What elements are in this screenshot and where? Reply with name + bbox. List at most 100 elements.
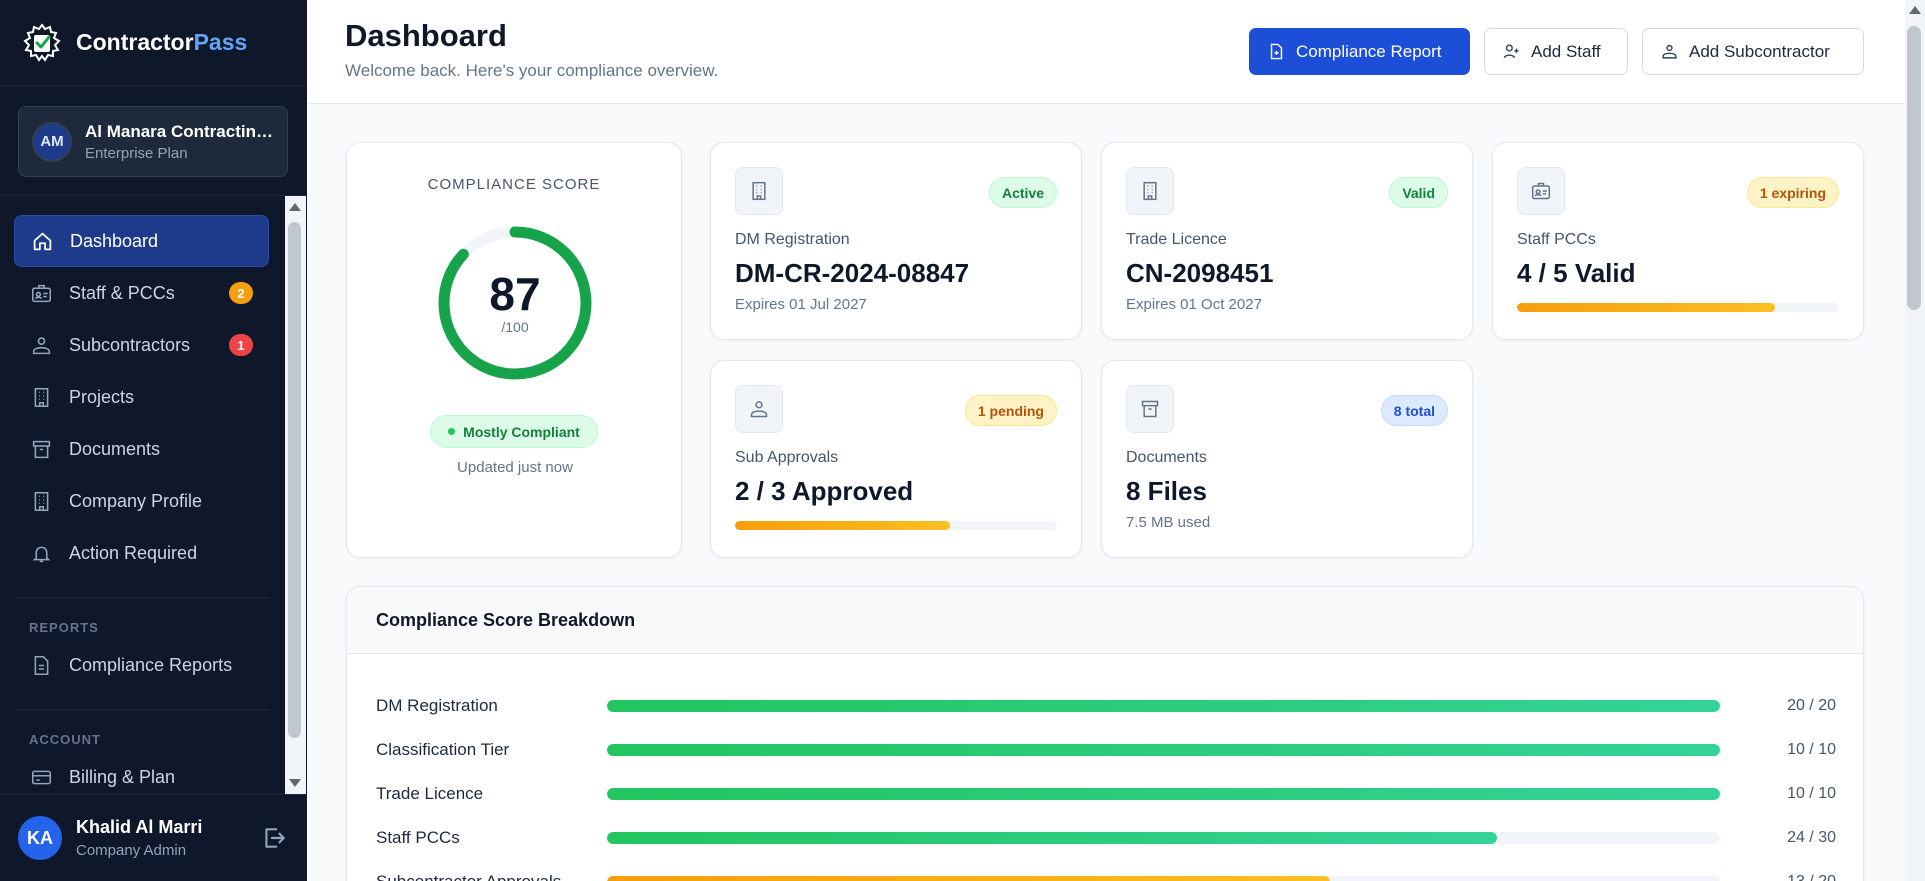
sidebar-item-label: Billing & Plan (69, 766, 176, 787)
breakdown-score: 20 / 20 (1787, 697, 1836, 714)
breakdown-row: DM Registration 20 / 20 (376, 694, 1836, 718)
building-icon (735, 167, 783, 215)
sidebar-item-label: Projects (69, 386, 135, 407)
status-badge: Valid (1389, 177, 1448, 208)
user-role: Company Admin (76, 842, 187, 859)
divider (14, 709, 269, 710)
file-icon (1270, 43, 1283, 60)
logout-icon[interactable] (261, 825, 287, 851)
status-badge: 1 pending (964, 395, 1057, 426)
sidebar-item-billing[interactable]: Billing & Plan (14, 751, 269, 794)
card-subtext: 7.5 MB used (1126, 514, 1211, 531)
sidebar-item-company-profile[interactable]: Company Profile (14, 475, 269, 527)
home-icon (31, 230, 53, 252)
company-switcher[interactable]: AM Al Manara Contracting LLC Enterprise … (18, 106, 288, 177)
sub-approvals-card[interactable]: 1 pending Sub Approvals 2 / 3 Approved (710, 360, 1082, 558)
company-plan: Enterprise Plan (85, 144, 188, 162)
breakdown-label: Subcontractor Approvals (376, 872, 607, 881)
user-name: Khalid Al Marri (76, 817, 203, 837)
breakdown-bar (607, 788, 1720, 800)
sidebar-item-label: Action Required (69, 542, 198, 563)
breakdown-row: Staff PCCs 24 / 30 (376, 826, 1836, 850)
brand[interactable]: ContractorPass (0, 0, 307, 86)
people-icon (30, 334, 52, 356)
id-card-icon (1517, 167, 1565, 215)
sidebar-item-projects[interactable]: Projects (14, 371, 269, 423)
sidebar-item-action-required[interactable]: Action Required (14, 527, 269, 579)
status-badge: Mostly Compliant (430, 415, 598, 448)
page-title: Dashboard (345, 18, 507, 53)
company-name: Al Manara Contracting LLC (85, 121, 275, 141)
user-plus-icon (1503, 44, 1519, 59)
bell-icon (30, 542, 52, 564)
sidebar-item-label: Compliance Reports (69, 654, 233, 675)
compliance-report-button[interactable]: Compliance Report (1249, 28, 1470, 75)
sidebar-item-compliance-reports[interactable]: Compliance Reports (14, 639, 269, 691)
staff-pccs-card[interactable]: 1 expiring Staff PCCs 4 / 5 Valid (1492, 142, 1864, 340)
sidebar-item-label: Staff & PCCs (69, 282, 175, 303)
building-icon (30, 490, 52, 512)
scroll-up-arrow-icon[interactable] (1909, 6, 1921, 14)
card-label: Staff PCCs (1517, 231, 1596, 248)
documents-card[interactable]: 8 total Documents 8 Files 7.5 MB used (1101, 360, 1473, 558)
breakdown-label: Classification Tier (376, 740, 510, 759)
status-badge: Active (988, 177, 1057, 208)
breakdown-score: 10 / 10 (1787, 785, 1836, 802)
sidebar-nav: Dashboard Staff & PCCs 2 Subcontractors … (0, 196, 307, 794)
sidebar-item-label: Company Profile (69, 490, 203, 511)
section-label-reports: REPORTS (29, 620, 99, 635)
page-header: Dashboard Welcome back. Here's your comp… (307, 0, 1905, 104)
sidebar-item-label: Subcontractors (69, 334, 191, 355)
sidebar-scrollbar-thumb[interactable] (288, 222, 301, 738)
status-dot-icon (448, 428, 456, 435)
sidebar-item-staff[interactable]: Staff & PCCs 2 (14, 267, 269, 319)
page-scrollbar-thumb[interactable] (1907, 26, 1921, 310)
archive-icon (1126, 385, 1174, 433)
page-subtitle: Welcome back. Here's your compliance ove… (345, 61, 719, 80)
add-staff-button[interactable]: Add Staff (1484, 28, 1628, 75)
sidebar-item-label: Documents (69, 438, 161, 459)
card-subtext: Expires 01 Jul 2027 (735, 296, 867, 313)
sidebar-item-label: Dashboard (70, 230, 159, 251)
breakdown-label: Staff PCCs (376, 828, 460, 847)
card-subtext: Expires 01 Oct 2027 (1126, 296, 1262, 313)
people-icon (1662, 44, 1677, 59)
sidebar-item-subcontractors[interactable]: Subcontractors 1 (14, 319, 269, 371)
trade-licence-card[interactable]: Valid Trade Licence CN-2098451 Expires 0… (1101, 142, 1473, 340)
updated-text: Updated just now (457, 459, 573, 476)
card-value: 4 / 5 Valid (1517, 258, 1636, 288)
score-value: 87 (489, 268, 541, 320)
breakdown-row: Subcontractor Approvals 13 / 20 (376, 870, 1836, 881)
score-breakdown-panel: Compliance Score Breakdown DM Registrati… (346, 586, 1864, 881)
compliance-score-card: COMPLIANCE SCORE 87 /100 Mostly Complian… (346, 142, 682, 558)
add-subcontractor-button[interactable]: Add Subcontractor (1642, 28, 1864, 75)
breakdown-bar (607, 700, 1720, 712)
sidebar: ContractorPass AM Al Manara Contracting … (0, 0, 307, 881)
id-card-icon (30, 282, 52, 304)
scroll-down-arrow-icon[interactable] (289, 779, 301, 787)
sidebar-item-documents[interactable]: Documents (14, 423, 269, 475)
score-max: /100 (501, 319, 529, 335)
status-badge: 8 total (1380, 395, 1448, 426)
card-value: 2 / 3 Approved (735, 476, 914, 506)
scroll-up-arrow-icon[interactable] (289, 203, 301, 211)
status-badge: 1 expiring (1746, 177, 1839, 208)
sidebar-item-dashboard[interactable]: Dashboard (14, 215, 269, 267)
score-label: COMPLIANCE SCORE (427, 176, 601, 193)
archive-icon (30, 438, 52, 460)
breakdown-score: 24 / 30 (1787, 829, 1836, 846)
user-menu[interactable]: KA Khalid Al Marri Company Admin (0, 794, 307, 881)
building-icon (30, 386, 52, 408)
breakdown-bar (607, 876, 1720, 881)
breakdown-score: 13 / 20 (1720, 873, 1836, 881)
breakdown-label: DM Registration (376, 696, 498, 715)
breakdown-score: 10 / 10 (1787, 741, 1836, 758)
brand-name: ContractorPass (76, 29, 248, 55)
building-icon (1126, 167, 1174, 215)
company-avatar: AM (32, 121, 72, 162)
people-icon (735, 385, 783, 433)
dm-registration-card[interactable]: Active DM Registration DM-CR-2024-08847 … (710, 142, 1082, 340)
file-icon (30, 654, 52, 676)
progress-bar (735, 521, 1057, 530)
breakdown-bar (607, 832, 1720, 844)
